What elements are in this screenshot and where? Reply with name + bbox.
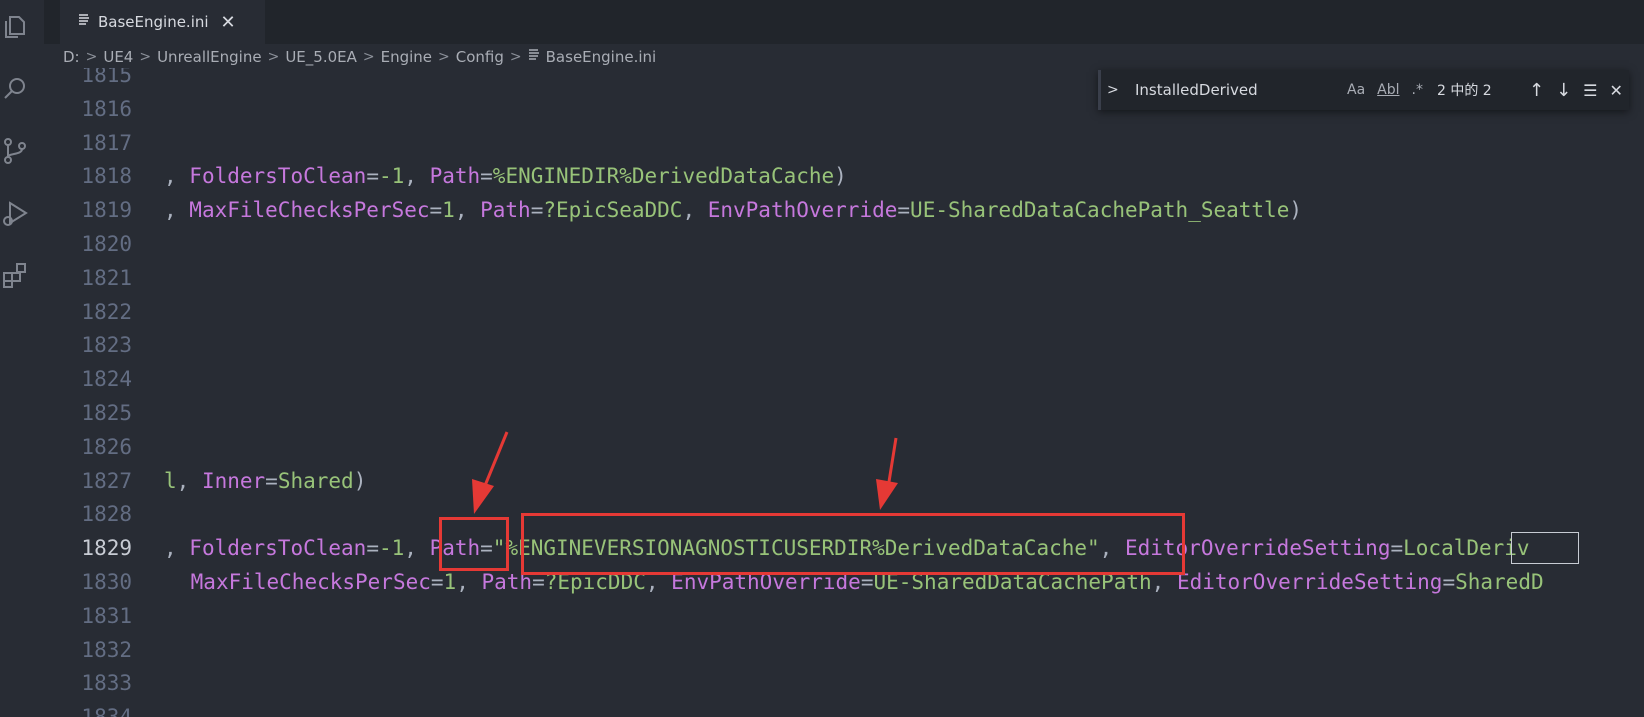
annotation-arrow xyxy=(886,437,898,489)
annotation-arrow-head xyxy=(472,479,494,514)
annotation-arrows xyxy=(472,431,898,514)
annotation-arrow-head xyxy=(876,479,898,510)
annotation-arrow xyxy=(482,431,509,489)
